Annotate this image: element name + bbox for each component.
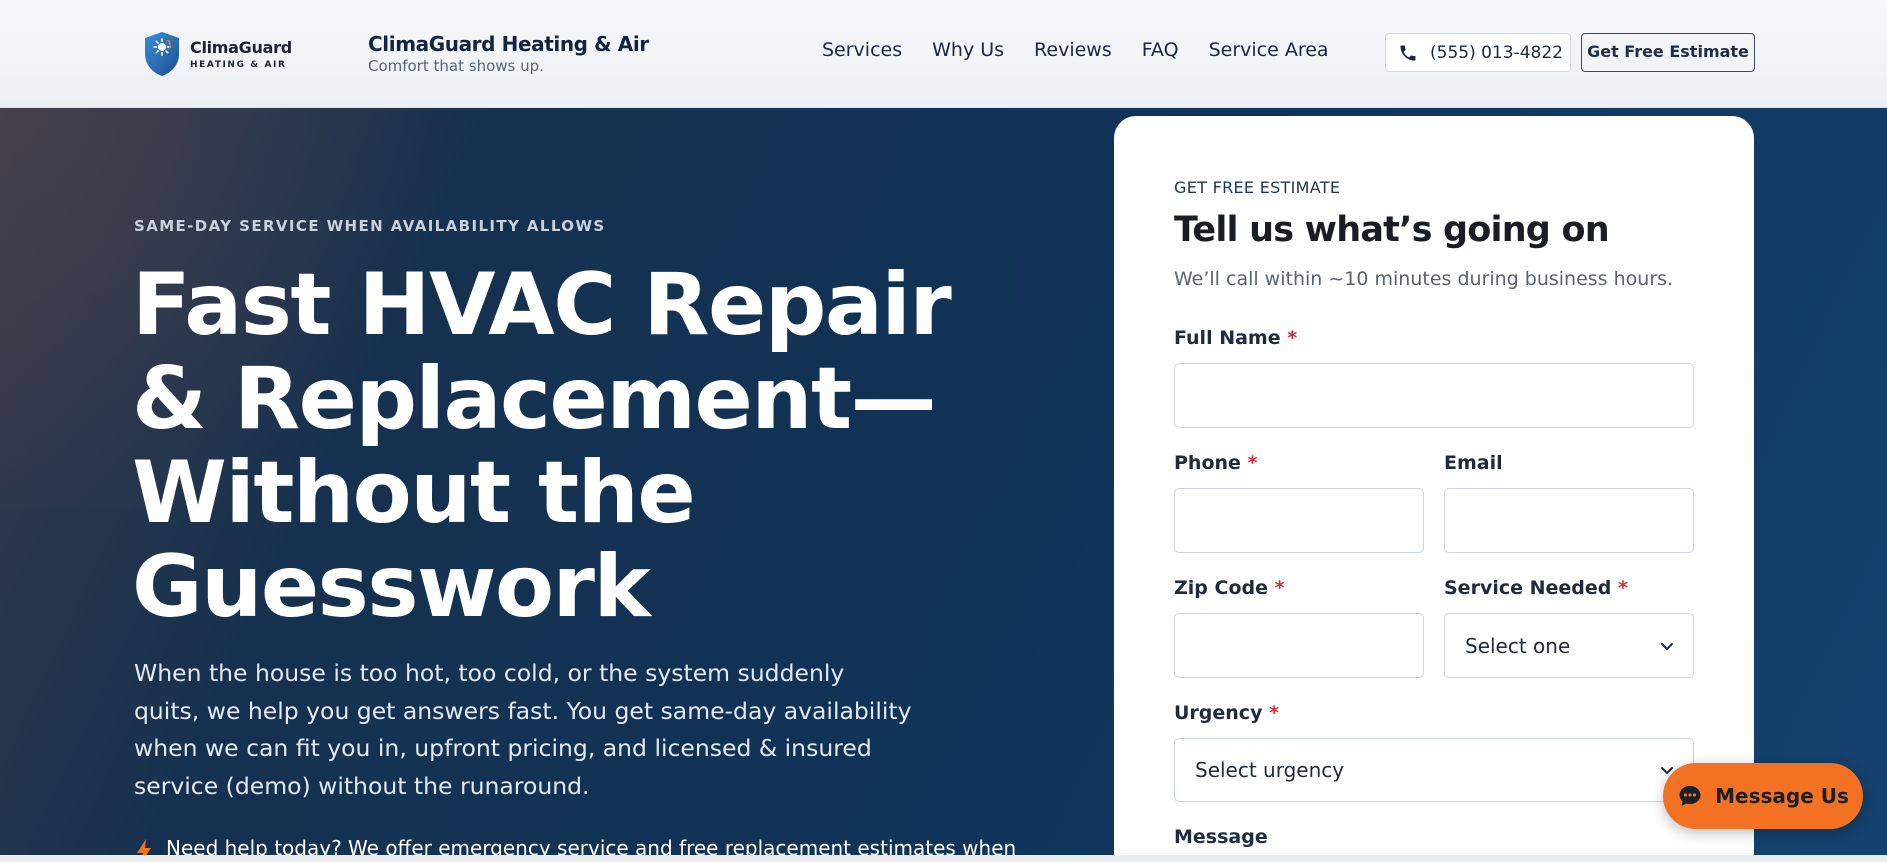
logo[interactable]: ClimaGuard HEATING & AIR [142, 30, 292, 78]
nav-service-area[interactable]: Service Area [1209, 39, 1329, 61]
nav-faq[interactable]: FAQ [1142, 39, 1179, 61]
brand-block: ClimaGuard Heating & Air Comfort that sh… [368, 32, 649, 75]
urgency-select-value: Select urgency [1195, 758, 1345, 782]
site-header: ClimaGuard HEATING & AIR ClimaGuard Heat… [0, 0, 1887, 108]
shield-logo-icon [145, 32, 179, 76]
brand-title: ClimaGuard Heating & Air [368, 32, 649, 56]
phone-number: (555) 013-4822 [1430, 42, 1563, 63]
logo-subtitle: HEATING & AIR [190, 60, 287, 70]
logo-name: ClimaGuard [190, 38, 292, 57]
form-title: Tell us what’s going on [1174, 210, 1610, 250]
hero-title: Fast HVAC Repair & Replacement—Without t… [132, 255, 952, 637]
estimate-form-card: GET FREE ESTIMATE Tell us what’s going o… [1114, 116, 1754, 862]
zip-label-text: Zip Code [1174, 577, 1268, 599]
full-name-input[interactable] [1174, 363, 1694, 428]
bottom-edge [0, 855, 1887, 862]
service-label: Service Needed * [1444, 577, 1628, 599]
phone-label: Phone * [1174, 452, 1257, 474]
call-phone-button[interactable]: (555) 013-4822 [1385, 33, 1571, 72]
main-nav: Services Why Us Reviews FAQ Service Area [822, 39, 1329, 61]
form-eyebrow: GET FREE ESTIMATE [1174, 178, 1341, 197]
full-name-label-text: Full Name [1174, 327, 1281, 349]
message-us-label: Message Us [1715, 784, 1849, 808]
service-select-value: Select one [1465, 633, 1571, 658]
service-select[interactable]: Select one [1444, 613, 1694, 678]
required-mark: * [1247, 452, 1258, 474]
email-label: Email [1444, 452, 1503, 474]
zip-label: Zip Code * [1174, 577, 1285, 599]
email-input[interactable] [1444, 488, 1694, 553]
phone-input[interactable] [1174, 488, 1424, 553]
phone-icon [1400, 45, 1416, 60]
chat-bubble-icon [1679, 786, 1701, 806]
nav-services[interactable]: Services [822, 39, 902, 61]
required-mark: * [1287, 327, 1298, 349]
required-mark: * [1618, 577, 1628, 599]
urgency-label-text: Urgency [1174, 702, 1263, 724]
urgency-select[interactable]: Select urgency [1174, 738, 1694, 802]
brand-tagline: Comfort that shows up. [368, 57, 544, 75]
message-us-button[interactable]: Message Us [1663, 763, 1863, 829]
required-mark: * [1269, 702, 1280, 724]
service-label-text: Service Needed [1444, 577, 1612, 599]
phone-label-text: Phone [1174, 452, 1241, 474]
hero-description: When the house is too hot, too cold, or … [134, 659, 912, 800]
hero-eyebrow: SAME-DAY SERVICE WHEN AVAILABILITY ALLOW… [134, 217, 606, 235]
required-mark: * [1274, 577, 1285, 599]
urgency-label: Urgency * [1174, 702, 1279, 724]
form-subtitle: We’ll call within ~10 minutes during bus… [1174, 268, 1674, 290]
get-estimate-button[interactable]: Get Free Estimate [1581, 33, 1755, 72]
chevron-down-icon [1661, 642, 1673, 650]
full-name-label: Full Name * [1174, 327, 1297, 349]
message-label: Message [1174, 826, 1268, 848]
zip-input[interactable] [1174, 613, 1424, 678]
nav-why-us[interactable]: Why Us [932, 39, 1004, 61]
nav-reviews[interactable]: Reviews [1034, 39, 1112, 61]
